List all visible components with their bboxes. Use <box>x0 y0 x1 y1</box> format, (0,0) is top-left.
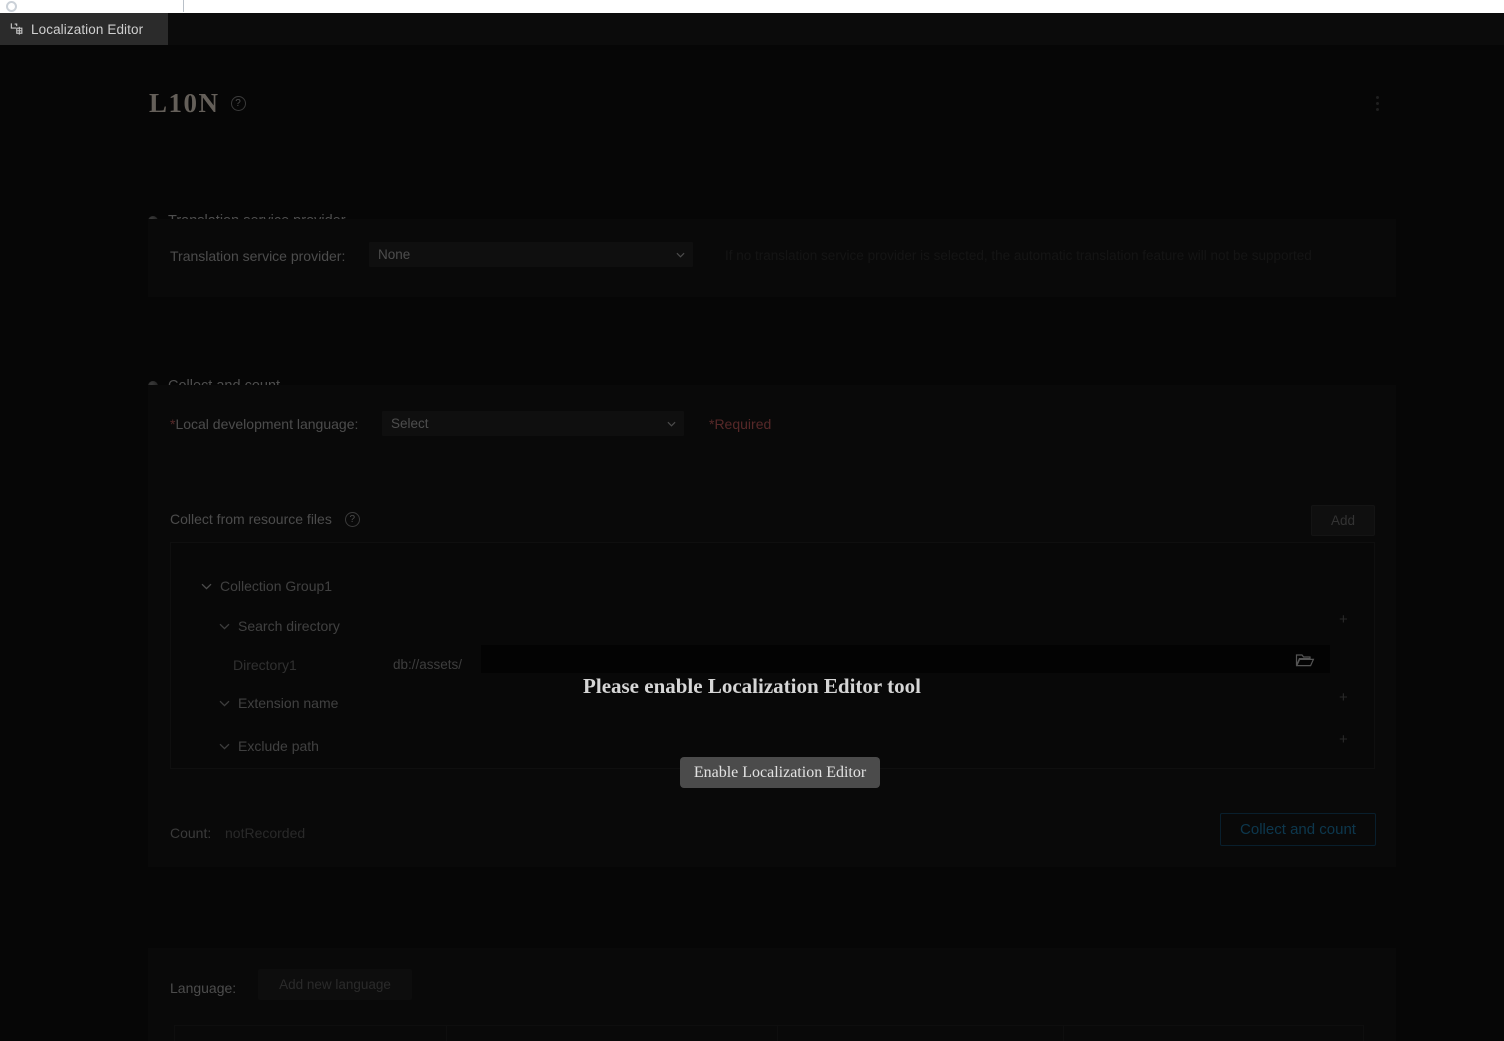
enable-tool-message: Please enable Localization Editor tool <box>583 674 921 698</box>
tab-localization-editor[interactable]: Localization Editor <box>0 13 168 45</box>
localization-editor-icon <box>10 22 23 35</box>
tab-label: Localization Editor <box>31 21 144 37</box>
browser-address-caret <box>183 0 184 12</box>
enable-tool-overlay: Please enable Localization Editor tool E… <box>0 45 1504 1041</box>
enable-localization-editor-button-label: Enable Localization Editor <box>693 763 867 781</box>
localization-editor-app: Localization Editor L10N ? Translation s… <box>0 13 1504 1041</box>
browser-chrome-strip <box>0 0 1504 13</box>
browser-favicon-icon <box>6 1 17 12</box>
enable-localization-editor-button[interactable]: Enable Localization Editor <box>680 757 880 788</box>
page-body: L10N ? Translation service provider Tran… <box>0 45 1504 1041</box>
tab-bar: Localization Editor <box>0 13 1504 45</box>
